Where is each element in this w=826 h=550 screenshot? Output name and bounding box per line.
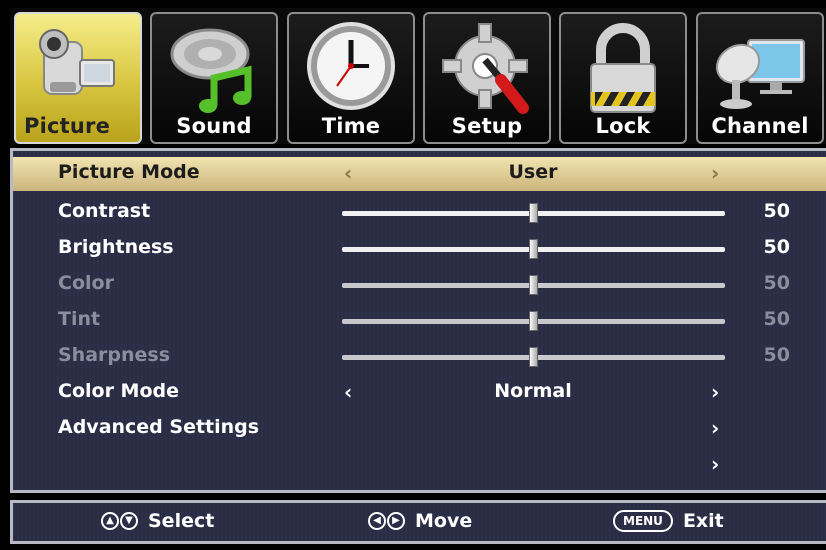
empty-menu-row[interactable]: ›: [13, 448, 826, 482]
tab-picture[interactable]: Picture: [14, 12, 142, 144]
color-row: Color 50: [13, 268, 826, 302]
tint-value: 50: [763, 308, 790, 330]
brightness-slider[interactable]: [342, 239, 725, 259]
button-hint-bar: ▲ ▼ Select ◀ ▶ Move MENU Exit: [10, 500, 826, 544]
camcorder-icon: [39, 29, 115, 95]
brightness-value: 50: [763, 236, 790, 258]
slider-knob: [529, 275, 538, 295]
slider-knob: [529, 347, 538, 367]
left-right-buttons-icon: ◀ ▶: [368, 512, 405, 530]
tint-slider: [342, 311, 725, 331]
slider-knob: [529, 311, 538, 331]
chevron-right-icon[interactable]: ›: [711, 380, 719, 404]
move-hint-label: Move: [415, 510, 473, 532]
color-slider: [342, 275, 725, 295]
picture-mode-label: Picture Mode: [58, 161, 200, 183]
tab-label: Channel: [711, 114, 809, 138]
menu-tab-bar: Picture Sound Time Setup Lock Channel: [10, 8, 826, 144]
gear-screwdriver-icon: [442, 23, 529, 114]
color-mode-value: Normal: [494, 380, 572, 402]
chevron-right-icon[interactable]: ›: [711, 161, 719, 185]
exit-hint: MENU Exit: [613, 510, 724, 532]
tab-label: Picture: [24, 114, 111, 138]
contrast-value: 50: [763, 200, 790, 222]
contrast-row[interactable]: Contrast 50: [13, 196, 826, 230]
tab-label: Lock: [595, 114, 651, 138]
chevron-left-icon[interactable]: ‹: [344, 380, 352, 404]
up-down-buttons-icon: ▲ ▼: [101, 512, 138, 530]
tab-label: Setup: [451, 114, 523, 138]
satellite-monitor-icon: [715, 39, 805, 109]
color-value: 50: [763, 272, 790, 294]
slider-knob[interactable]: [529, 203, 538, 223]
tab-setup[interactable]: Setup: [423, 12, 551, 144]
tint-row: Tint 50: [13, 304, 826, 338]
picture-settings-panel: Picture Mode ‹ User › Contrast 50 Bright…: [10, 148, 826, 493]
advanced-settings-label: Advanced Settings: [58, 416, 260, 438]
select-hint-label: Select: [148, 510, 215, 532]
color-mode-row[interactable]: Color Mode ‹ Normal ›: [13, 376, 826, 410]
brightness-label: Brightness: [58, 236, 174, 258]
menu-key-icon: MENU: [613, 510, 673, 532]
picture-mode-value: User: [508, 161, 558, 183]
color-label: Color: [58, 272, 114, 294]
tab-sound[interactable]: Sound: [150, 12, 278, 144]
contrast-slider[interactable]: [342, 203, 725, 223]
sharpness-label: Sharpness: [58, 344, 171, 366]
contrast-label: Contrast: [58, 200, 151, 222]
advanced-settings-row[interactable]: Advanced Settings ›: [13, 412, 826, 446]
tint-label: Tint: [58, 308, 101, 330]
padlock-icon: [590, 23, 656, 113]
exit-hint-label: Exit: [682, 510, 724, 532]
slider-knob[interactable]: [529, 239, 538, 259]
picture-mode-row[interactable]: Picture Mode ‹ User ›: [13, 157, 826, 191]
sharpness-row: Sharpness 50: [13, 340, 826, 374]
tab-label: Time: [321, 114, 381, 138]
speaker-music-icon: [170, 28, 252, 113]
chevron-right-icon[interactable]: ›: [711, 452, 719, 476]
brightness-row[interactable]: Brightness 50: [13, 232, 826, 266]
tab-lock[interactable]: Lock: [559, 12, 687, 144]
sharpness-value: 50: [763, 344, 790, 366]
move-hint: ◀ ▶ Move: [368, 510, 472, 532]
chevron-left-icon[interactable]: ‹: [344, 161, 352, 185]
tab-label: Sound: [176, 114, 252, 138]
sharpness-slider: [342, 347, 725, 367]
tab-channel[interactable]: Channel: [696, 12, 824, 144]
select-hint: ▲ ▼ Select: [101, 510, 214, 532]
tab-time[interactable]: Time: [287, 12, 415, 144]
chevron-right-icon[interactable]: ›: [711, 416, 719, 440]
color-mode-label: Color Mode: [58, 380, 179, 402]
clock-icon: [307, 22, 395, 110]
